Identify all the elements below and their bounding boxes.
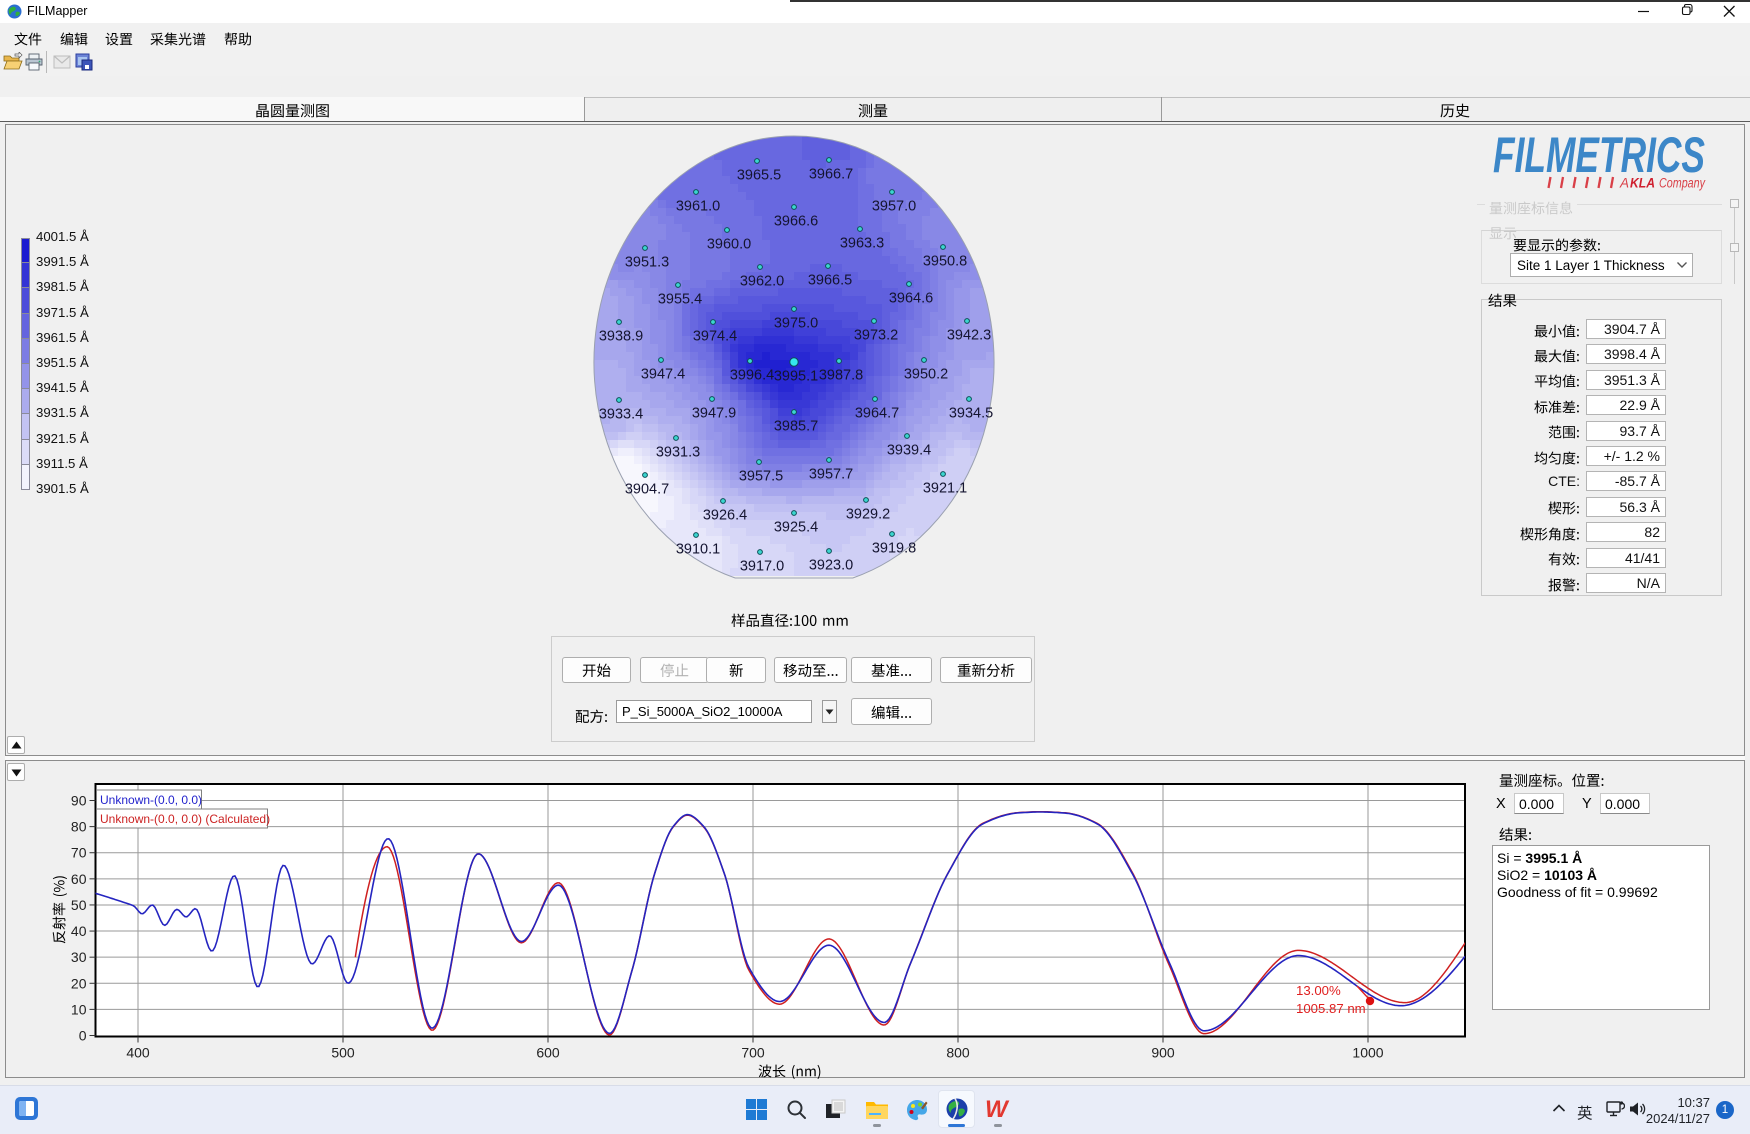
svg-text:13.00%: 13.00% [1296,983,1341,998]
svg-text:400: 400 [126,1045,150,1061]
svg-text:0: 0 [79,1028,87,1044]
svg-text:800: 800 [946,1045,970,1061]
svg-text:700: 700 [741,1045,765,1061]
svg-text:30: 30 [71,949,87,965]
svg-text:600: 600 [536,1045,560,1061]
svg-text:900: 900 [1151,1045,1175,1061]
svg-text:50: 50 [71,897,87,913]
svg-text:40: 40 [71,923,87,939]
svg-text:Unknown-(0.0, 0.0) (Calculated: Unknown-(0.0, 0.0) (Calculated) [100,812,270,826]
svg-text:500: 500 [331,1045,355,1061]
svg-text:1005.87 nm: 1005.87 nm [1296,1001,1366,1016]
svg-text:90: 90 [71,793,87,809]
svg-text:80: 80 [71,819,87,835]
svg-text:10: 10 [71,1001,87,1017]
svg-text:60: 60 [71,871,87,887]
svg-text:70: 70 [71,845,87,861]
svg-text:Unknown-(0.0, 0.0): Unknown-(0.0, 0.0) [100,793,202,807]
svg-text:1000: 1000 [1352,1045,1383,1061]
svg-text:20: 20 [71,975,87,991]
